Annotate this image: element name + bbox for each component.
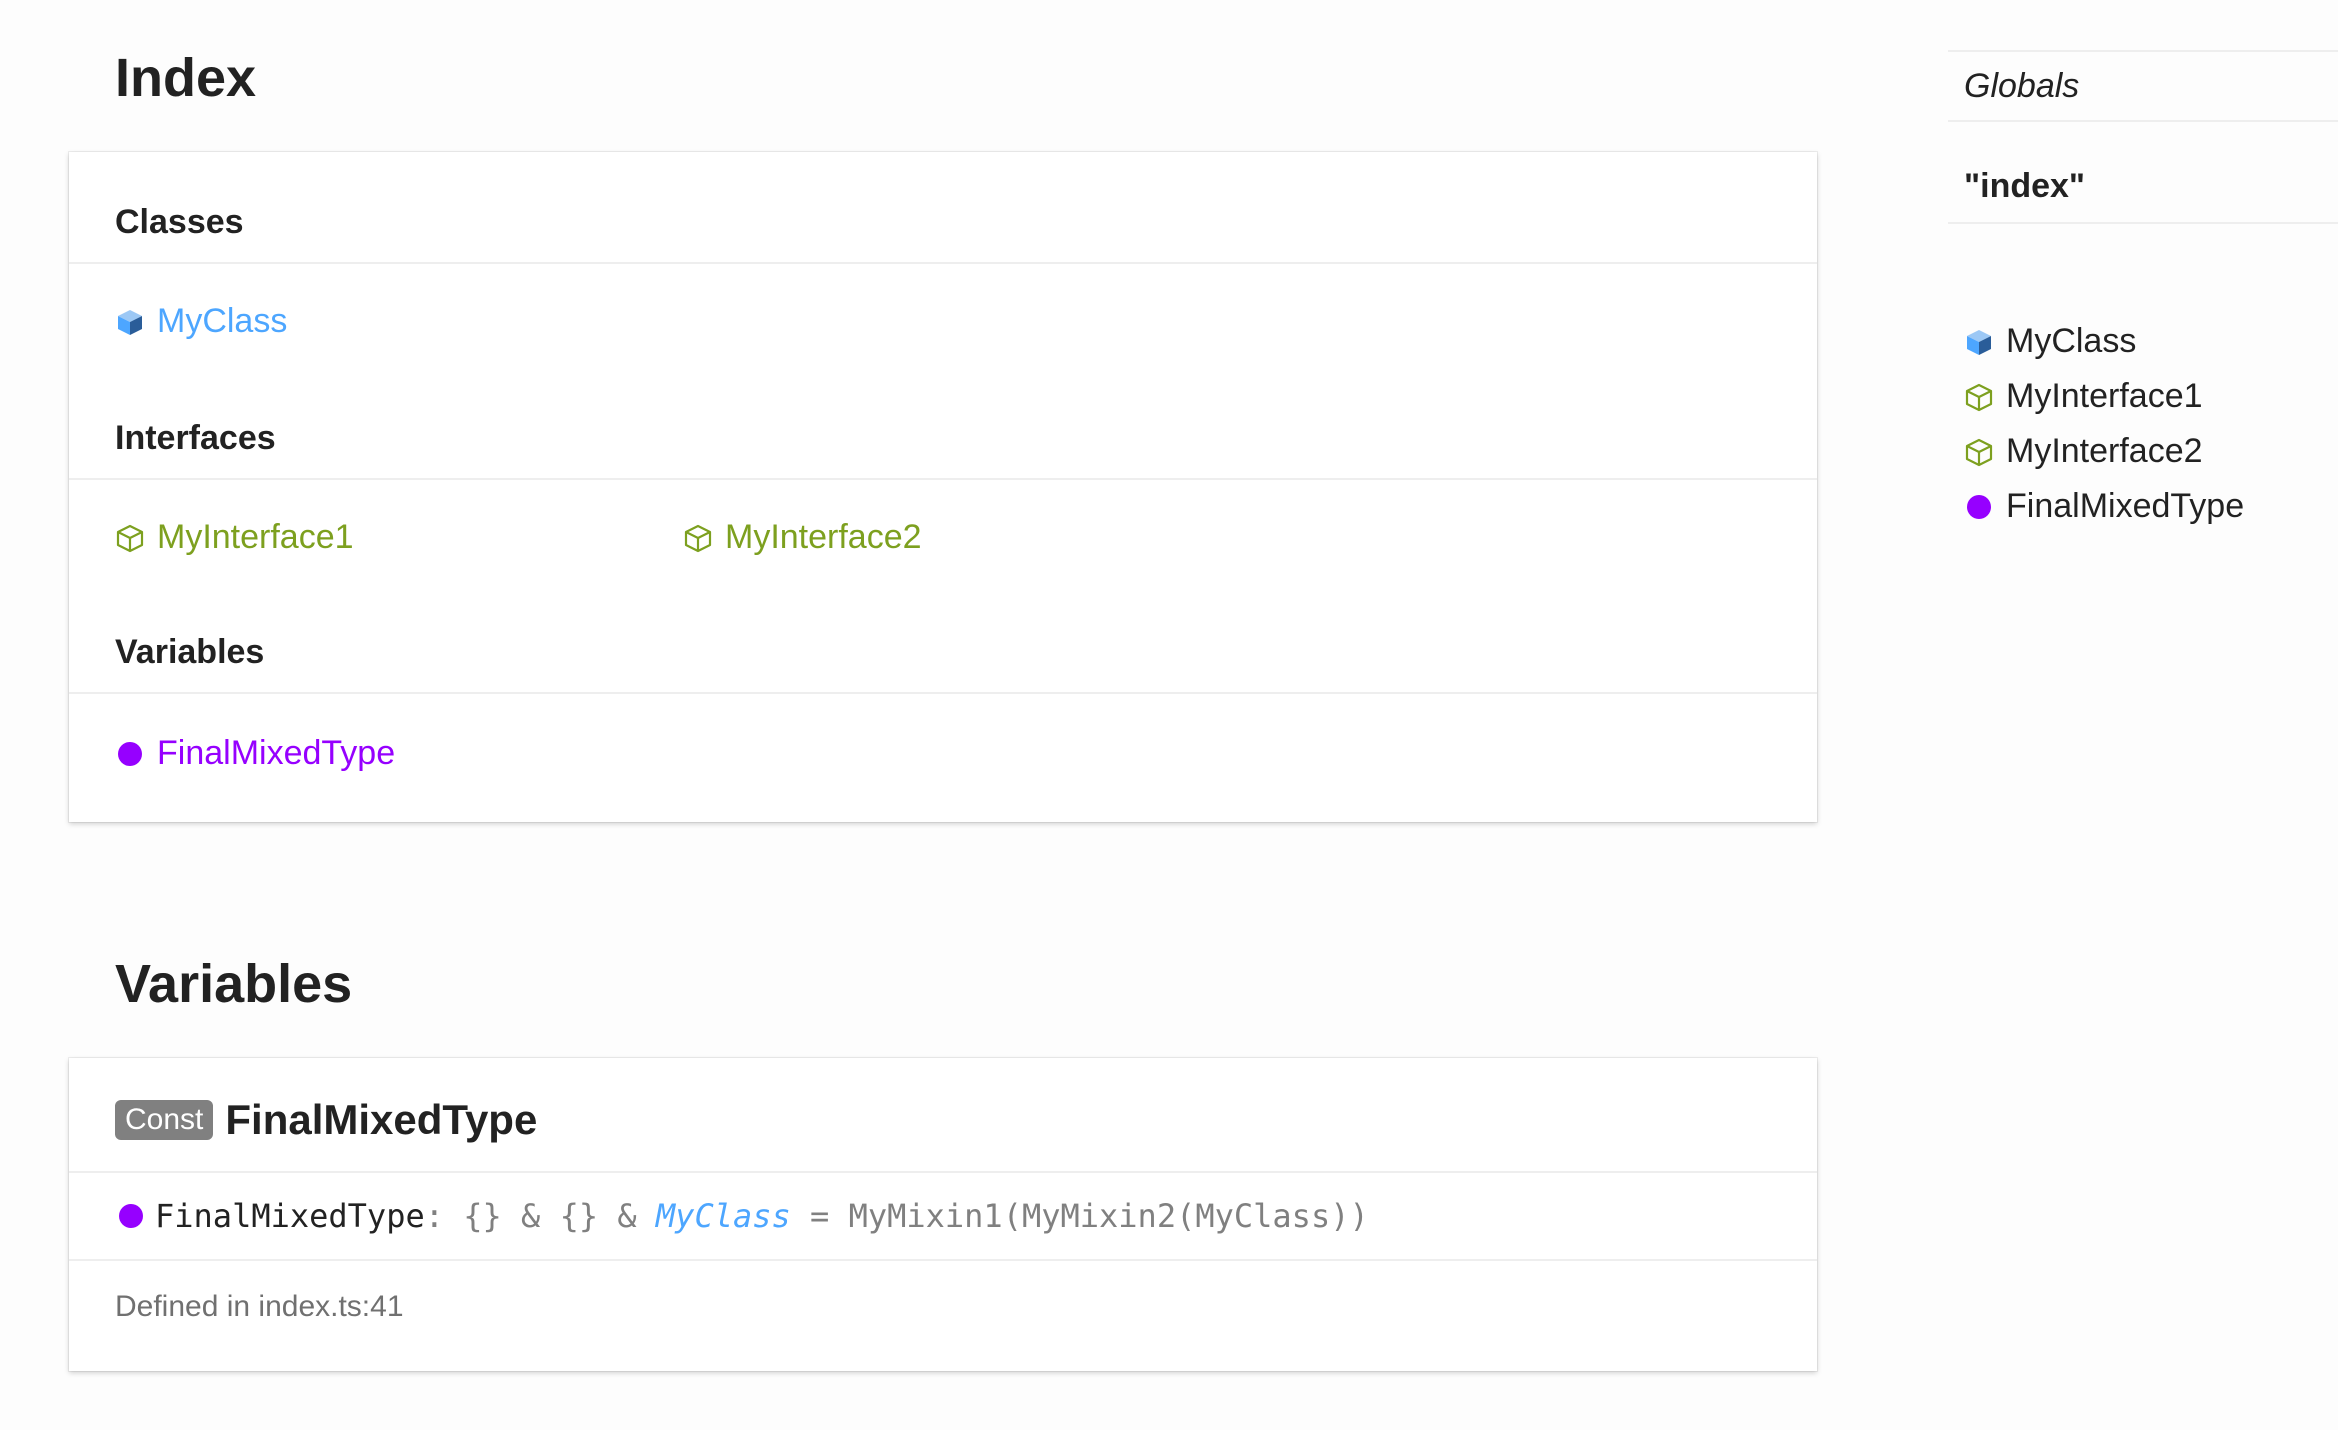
variable-header: Const FinalMixedType (69, 1058, 1817, 1173)
variables-section-title: Variables (115, 954, 353, 1014)
sidebar-item-label: MyClass (2006, 322, 2137, 360)
variable-dot-icon (1964, 492, 1994, 522)
signature-initializer: = MyMixin1(MyMixin2(MyClass)) (790, 1197, 1369, 1235)
variable-dot-icon (115, 739, 145, 769)
section-heading-classes: Classes (69, 190, 1817, 264)
signature-type-part: {} & {} & (463, 1197, 656, 1235)
index-link-myclass[interactable]: MyClass (115, 302, 287, 341)
sidebar-list: MyClass MyInterface1 MyInterface2 FinalM… (1964, 314, 2244, 534)
signature-type-link[interactable]: MyClass (656, 1197, 791, 1235)
index-link-label: MyClass (157, 302, 288, 340)
signature-colon: : (424, 1197, 464, 1235)
sidebar-item-label: MyInterface1 (2006, 377, 2203, 415)
interface-cube-icon (683, 523, 713, 553)
index-link-finalmixedtype[interactable]: FinalMixedType (115, 734, 395, 773)
interface-cube-icon (1964, 437, 1994, 467)
section-heading-variables: Variables (69, 620, 1817, 694)
variable-detail-panel: Const FinalMixedType FinalMixedType: {} … (69, 1058, 1817, 1371)
sidebar-item-myinterface1[interactable]: MyInterface1 (1964, 369, 2244, 424)
sidebar-item-myinterface2[interactable]: MyInterface2 (1964, 424, 2244, 479)
interface-cube-icon (1964, 382, 1994, 412)
variable-dot-icon (119, 1204, 143, 1228)
page: Index Classes MyClass Interfaces MyInter… (0, 0, 2338, 1430)
class-cube-icon (1964, 327, 1994, 357)
signature-name: FinalMixedType (155, 1197, 425, 1235)
index-link-label: MyInterface1 (157, 518, 354, 556)
index-link-myinterface2[interactable]: MyInterface2 (683, 518, 922, 557)
sidebar-item-finalmixedtype[interactable]: FinalMixedType (1964, 479, 2244, 534)
index-link-myinterface1[interactable]: MyInterface1 (115, 518, 354, 557)
interface-cube-icon (115, 523, 145, 553)
page-title: Index (115, 48, 257, 108)
class-cube-icon (115, 307, 145, 337)
index-link-label: FinalMixedType (157, 734, 396, 772)
defined-in-text: Defined in index.ts:41 (115, 1290, 404, 1323)
index-link-label: MyInterface2 (725, 518, 922, 556)
const-badge: Const (115, 1099, 214, 1140)
sidebar-globals-link[interactable]: Globals (1948, 50, 2338, 122)
index-panel: Classes MyClass Interfaces MyInterface1 … (69, 152, 1817, 822)
section-heading-interfaces: Interfaces (69, 406, 1817, 480)
sidebar-item-label: MyInterface2 (2006, 432, 2203, 470)
sidebar-item-myclass[interactable]: MyClass (1964, 314, 2244, 369)
sidebar-module-link[interactable]: "index" (1948, 150, 2338, 224)
variable-signature: FinalMixedType: {} & {} & MyClass = MyMi… (69, 1173, 1817, 1261)
variable-name: FinalMixedType (225, 1095, 538, 1143)
sidebar-item-label: FinalMixedType (2006, 487, 2245, 525)
